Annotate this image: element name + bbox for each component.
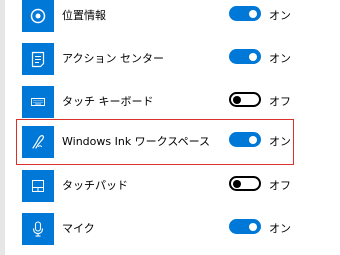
toggle-switch-microphone[interactable] xyxy=(229,219,261,234)
toggle-switch-location[interactable] xyxy=(229,6,261,21)
toggle-knob xyxy=(249,52,257,61)
toggle-knob xyxy=(233,179,241,188)
toggle-state-text: オフ xyxy=(269,95,291,108)
setting-label: タッチ キーボード xyxy=(62,95,154,108)
setting-row-touch-keyboard: タッチ キーボード オフ xyxy=(5,86,340,120)
toggle-switch-action-center[interactable] xyxy=(229,49,261,64)
setting-row-action-center: アクション センター オン xyxy=(5,43,340,77)
toggle-state-text: オン xyxy=(269,52,291,65)
touch-keyboard-icon xyxy=(22,86,54,118)
setting-row-microphone: マイク オン xyxy=(5,213,340,247)
microphone-icon xyxy=(22,213,54,245)
touchpad-icon xyxy=(22,170,54,202)
location-icon xyxy=(22,0,54,32)
setting-label: アクション センター xyxy=(62,52,164,65)
toggle-switch-touchpad[interactable] xyxy=(229,176,261,191)
setting-row-touchpad: タッチパッド オフ xyxy=(5,170,340,204)
setting-label: タッチパッド xyxy=(62,179,128,192)
setting-label: 位置情報 xyxy=(62,9,106,22)
setting-label: マイク xyxy=(62,222,95,235)
highlight-frame xyxy=(16,119,294,165)
toggle-knob xyxy=(249,9,257,18)
toggle-state-text: オン xyxy=(269,9,291,22)
toggle-switch-touch-keyboard[interactable] xyxy=(229,92,261,107)
toggle-knob xyxy=(249,222,257,231)
action-center-icon xyxy=(22,43,54,75)
setting-row-location: 位置情報 オン xyxy=(5,0,340,34)
toggle-knob xyxy=(233,95,241,104)
toggle-state-text: オフ xyxy=(269,179,291,192)
toggle-state-text: オン xyxy=(269,222,291,235)
